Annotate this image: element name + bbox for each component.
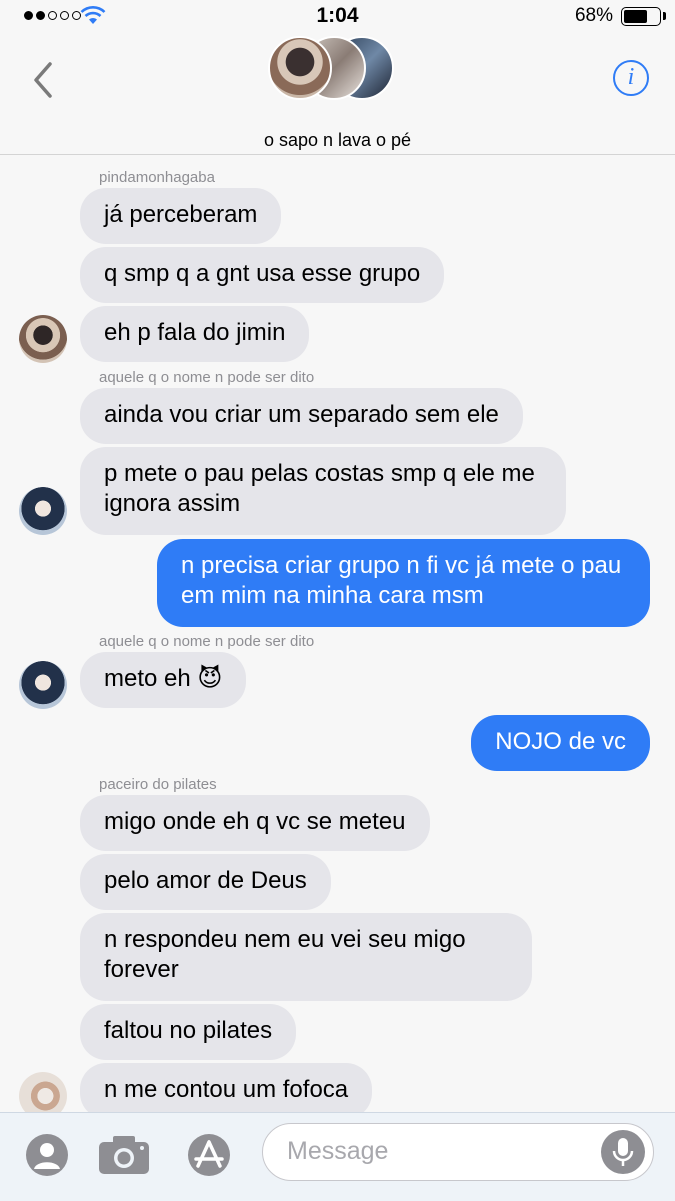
sender-avatar[interactable] <box>19 1072 67 1112</box>
member-avatar-1 <box>268 36 332 100</box>
microphone-icon[interactable] <box>601 1130 645 1174</box>
sender-avatar[interactable] <box>19 661 67 709</box>
outgoing-message[interactable]: n precisa criar grupo n fi vc já mete o … <box>157 539 650 627</box>
incoming-message[interactable]: já perceberam <box>80 188 282 244</box>
app-store-icon[interactable] <box>181 1133 237 1177</box>
clock: 1:04 <box>316 4 359 27</box>
battery-percentage: 68% <box>574 5 613 26</box>
conversation-header: i o sapo n lava o pé <box>0 34 675 155</box>
incoming-message[interactable]: eh p fala do jimin <box>80 306 310 362</box>
incoming-message[interactable]: migo onde eh q vc se meteu <box>80 795 430 851</box>
sender-avatar[interactable] <box>19 315 67 363</box>
status-bar: 1:04 68% <box>0 0 675 34</box>
incoming-message[interactable]: p mete o pau pelas costas smp q ele me i… <box>80 447 566 535</box>
incoming-message[interactable]: n me contou um fofoca <box>80 1063 373 1112</box>
group-avatars[interactable] <box>268 36 400 106</box>
battery-icon <box>621 7 661 26</box>
person-icon[interactable] <box>25 1133 69 1177</box>
sender-name: pindamonhagaba <box>99 169 215 186</box>
message-input[interactable]: Message <box>262 1123 654 1181</box>
incoming-message[interactable]: pelo amor de Deus <box>80 854 331 910</box>
sender-name: aquele q o nome n pode ser dito <box>99 633 315 650</box>
info-button[interactable]: i <box>613 60 649 96</box>
sender-name: aquele q o nome n pode ser dito <box>99 369 315 386</box>
message-placeholder: Message <box>287 1137 389 1165</box>
incoming-message[interactable]: meto eh 😈 <box>80 652 247 708</box>
incoming-message[interactable]: n respondeu nem eu vei seu migo forever <box>80 913 532 1001</box>
camera-icon[interactable] <box>97 1135 151 1175</box>
outgoing-message[interactable]: NOJO de vc <box>471 715 650 771</box>
message-list[interactable]: pindamonhagaba já perceberam q smp q a g… <box>0 155 675 1112</box>
back-chevron-icon[interactable] <box>28 60 58 100</box>
compose-bar: Message <box>0 1112 675 1201</box>
group-name[interactable]: o sapo n lava o pé <box>0 130 675 151</box>
sender-name: paceiro do pilates <box>99 776 217 793</box>
incoming-message[interactable]: ainda vou criar um separado sem ele <box>80 388 523 444</box>
incoming-message[interactable]: q smp q a gnt usa esse grupo <box>80 247 445 303</box>
incoming-message[interactable]: faltou no pilates <box>80 1004 297 1060</box>
sender-avatar[interactable] <box>19 487 67 535</box>
battery-tip <box>663 12 666 20</box>
